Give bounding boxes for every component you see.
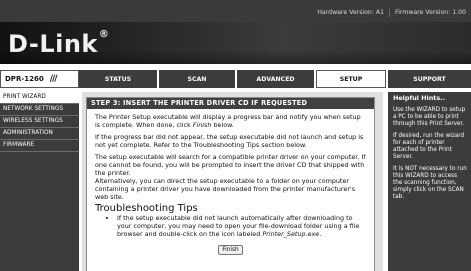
finish-emphasis: Finish (192, 121, 212, 129)
troubleshooting-heading: Troubleshooting Tips (95, 203, 198, 214)
brand-banner: D-Link® (0, 22, 471, 64)
progress-note-paragraph: If the progress bar did not appear, the … (95, 133, 364, 149)
registered-mark: ® (98, 29, 110, 40)
alternative-paragraph: Alternatively, you can direct the setup … (95, 177, 356, 201)
driver-search-paragraph: The setup executable will search for a c… (95, 153, 366, 177)
tab-setup[interactable]: SETUP (316, 70, 386, 88)
sidebar-item-network-settings[interactable]: NETWORK SETTINGS (0, 104, 79, 116)
wizard-panel: STEP 3: INSERT THE PRINTER DRIVER CD IF … (86, 97, 375, 271)
sidebar-item-print-wizard[interactable]: PRINT WIZARD (0, 92, 79, 104)
help-title: Helpful Hints.. (393, 94, 445, 102)
main-nav: DPR-1260/// STATUS SCAN ADVANCED SETUP S… (0, 70, 471, 88)
sidebar: PRINT WIZARD NETWORK SETTINGS WIRELESS S… (0, 92, 79, 271)
slash-decoration-icon: /// (49, 74, 58, 84)
tab-advanced[interactable]: ADVANCED (237, 70, 316, 88)
sidebar-item-administration[interactable]: ADMINISTRATION (0, 128, 79, 140)
dlink-logo: D-Link® (8, 29, 110, 58)
list-item: If the setup executable did not launch a… (117, 214, 366, 238)
tab-scan[interactable]: SCAN (159, 70, 237, 88)
help-panel: Helpful Hints.. Use the WIZARD to setup … (388, 92, 471, 271)
sidebar-item-firmware[interactable]: FIRMWARE (0, 140, 79, 152)
sidebar-item-wireless-settings[interactable]: WIRELESS SETTINGS (0, 116, 79, 128)
setup-filename: Printer_Setup.exe (262, 230, 320, 238)
finish-button[interactable]: Finish (218, 245, 243, 255)
content-area: STEP 3: INSERT THE PRINTER DRIVER CD IF … (82, 92, 383, 271)
tab-support[interactable]: SUPPORT (388, 70, 471, 88)
instruction-paragraph: The Printer Setup executable will displa… (95, 113, 361, 129)
tab-status[interactable]: STATUS (79, 70, 159, 88)
top-bar: Hardware Version: A1 Firmware Version: 1… (0, 0, 471, 22)
firmware-version: Firmware Version: 1.00 (389, 9, 471, 17)
version-info: Hardware Version: A1 Firmware Version: 1… (312, 9, 471, 17)
panel-body: The Printer Setup executable will displa… (87, 109, 374, 255)
help-hint: Use the WIZARD to setup a PC to be able … (393, 107, 466, 127)
hardware-version: Hardware Version: A1 (317, 9, 385, 16)
troubleshooting-list: If the setup executable did not launch a… (95, 214, 366, 238)
help-hint: If desired, run the wizard for each of p… (393, 133, 465, 160)
model-label: DPR-1260/// (0, 70, 79, 88)
panel-title: STEP 3: INSERT THE PRINTER DRIVER CD IF … (87, 98, 374, 109)
help-hint: It is NOT necessary to run this WIZARD t… (393, 166, 467, 200)
